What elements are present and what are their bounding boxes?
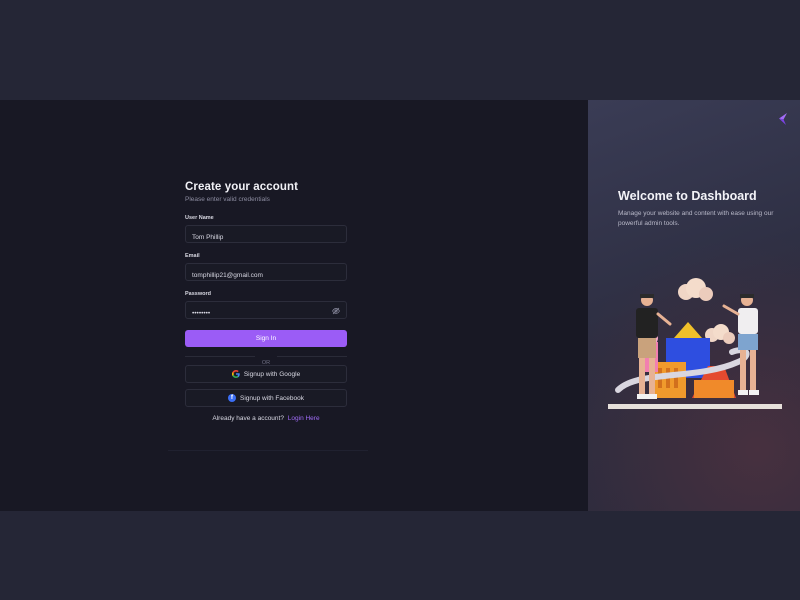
signup-panel: Create your account Please enter valid c… [0,100,588,511]
username-field-wrapper [185,225,347,246]
email-input[interactable] [186,267,346,284]
welcome-description: Manage your website and content with eas… [618,210,774,227]
google-signup-label: Signup with Google [243,370,301,378]
auth-window: Create your account Please enter valid c… [0,100,800,511]
sign-in-button[interactable]: Sign In [185,330,347,347]
welcome-title: Welcome to Dashboard [618,189,757,203]
signup-form: Create your account Please enter valid c… [185,181,347,422]
dashboard-illustration [608,278,782,409]
facebook-signup-button[interactable]: f Signup with Facebook [185,389,347,407]
or-divider: OR [185,351,347,366]
login-prompt-text: Already have a account? [212,415,284,422]
username-label: User Name [185,215,214,221]
password-label: Password [185,291,211,297]
form-subtitle: Please enter valid credentials [185,196,270,203]
eye-off-icon[interactable] [332,307,340,315]
brand-logo-icon[interactable] [777,112,789,126]
facebook-icon: f [228,394,237,402]
facebook-signup-label: Signup with Facebook [240,394,304,402]
login-link[interactable]: Login Here [288,415,320,422]
username-input[interactable] [186,229,346,246]
email-field-wrapper [185,263,347,284]
facebook-glyph: f [228,394,237,402]
google-icon [231,370,240,378]
divider-line-left [185,356,255,357]
illustration-base [608,404,782,409]
form-bottom-divider [168,450,368,451]
google-signup-button[interactable]: Signup with Google [185,365,347,383]
divider-line-right [277,356,347,357]
welcome-panel: Welcome to Dashboard Manage your website… [588,100,800,511]
password-input[interactable] [186,305,346,322]
form-title: Create your account [185,181,299,193]
password-field-wrapper [185,301,347,322]
login-prompt: Already have a account? Login Here [185,415,347,422]
or-text: OR [261,360,271,366]
email-label: Email [185,253,200,259]
